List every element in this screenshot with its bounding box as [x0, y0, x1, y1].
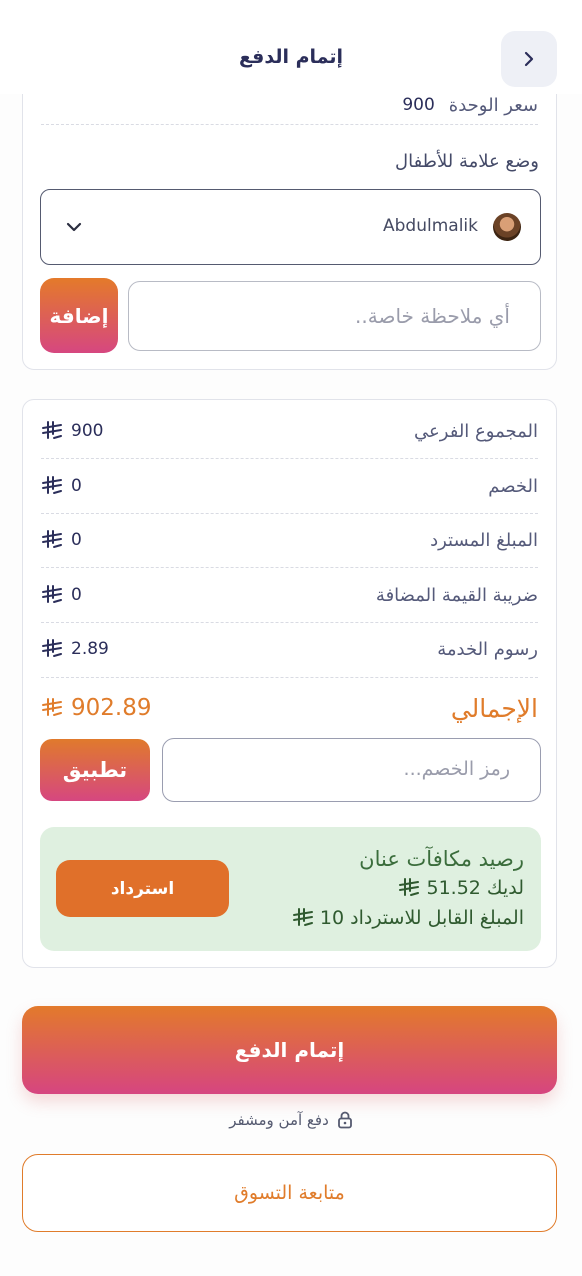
summary-row-discount: 0 الخصم	[41, 466, 538, 506]
summary-label: رسوم الخدمة	[437, 638, 538, 660]
checkout-page: سعر الوحدة 900 وضع علامة للأطفال Abdulma…	[0, 0, 582, 1276]
kid-select-dropdown[interactable]: Abdulmalik	[40, 189, 541, 265]
divider	[41, 124, 538, 125]
summary-value: 0	[41, 476, 82, 496]
summary-label: ضريبة القيمة المضافة	[375, 584, 538, 606]
continue-shopping-button[interactable]: متابعة التسوق	[22, 1154, 557, 1232]
summary-value: 0	[41, 585, 82, 605]
summary-row-vat: 0 ضريبة القيمة المضافة	[41, 575, 538, 615]
secure-payment-note: دفع آمن ومشفر	[0, 1111, 582, 1129]
promo-placeholder: رمز الخصم...	[403, 758, 510, 780]
secure-text: دفع آمن ومشفر	[229, 1111, 329, 1129]
rewards-title: رصيد مكافآت عنان	[359, 847, 524, 871]
chevron-left-icon	[524, 51, 534, 67]
riyal-icon	[399, 878, 420, 896]
unit-price-label: سعر الوحدة	[448, 94, 538, 116]
divider	[41, 622, 538, 623]
riyal-icon	[42, 476, 62, 494]
divider	[41, 458, 538, 459]
kid-selected-name: Abdulmalik	[383, 216, 478, 236]
total-label: الإجمالي	[450, 693, 538, 723]
unit-price-value: 900	[402, 95, 435, 115]
riyal-icon	[42, 639, 62, 657]
divider	[41, 567, 538, 568]
summary-value: 2.89	[41, 639, 109, 659]
rewards-redeemable: المبلغ القابل للاسترداد 10	[292, 907, 524, 929]
riyal-icon	[42, 585, 62, 603]
divider	[41, 677, 538, 678]
riyal-icon	[42, 530, 62, 548]
page-title: إتمام الدفع	[238, 46, 344, 68]
item-card: سعر الوحدة 900 وضع علامة للأطفال Abdulma…	[22, 60, 557, 370]
complete-payment-button[interactable]: إتمام الدفع	[22, 1006, 557, 1094]
chevron-down-icon	[66, 222, 82, 232]
summary-value: 0	[41, 530, 82, 550]
order-summary-card: 900 المجموع الفرعي 0 الخصم 0 المبلغ المس…	[22, 399, 557, 968]
rewards-balance: لديك 51.52	[398, 877, 524, 899]
riyal-icon	[42, 698, 62, 716]
summary-row-service-fee: 2.89 رسوم الخدمة	[41, 629, 538, 669]
rewards-box: رصيد مكافآت عنان لديك 51.52 المبلغ القاب…	[40, 827, 541, 951]
back-button[interactable]	[501, 31, 557, 87]
avatar	[493, 213, 521, 241]
promo-code-input[interactable]: رمز الخصم...	[162, 738, 541, 802]
lock-icon	[337, 1111, 352, 1129]
header: إتمام الدفع	[0, 0, 582, 94]
summary-value: 900	[41, 421, 103, 441]
redeem-button[interactable]: استرداد	[56, 860, 229, 917]
add-note-button[interactable]: إضافة	[40, 278, 118, 353]
special-note-input[interactable]: أي ملاحظة خاصة..	[128, 281, 541, 351]
total-value: 902.89	[41, 695, 151, 721]
total-row: 902.89 الإجمالي	[41, 686, 538, 730]
summary-row-refund: 0 المبلغ المسترد	[41, 520, 538, 560]
riyal-icon	[292, 908, 313, 926]
apply-promo-button[interactable]: تطبيق	[40, 739, 150, 801]
summary-row-subtotal: 900 المجموع الفرعي	[41, 411, 538, 451]
summary-label: المجموع الفرعي	[414, 420, 538, 442]
note-placeholder: أي ملاحظة خاصة..	[355, 304, 510, 328]
divider	[41, 513, 538, 514]
summary-label: الخصم	[488, 475, 538, 497]
kid-tag-label: وضع علامة للأطفال	[395, 151, 539, 172]
summary-label: المبلغ المسترد	[430, 529, 538, 551]
riyal-icon	[42, 421, 62, 439]
